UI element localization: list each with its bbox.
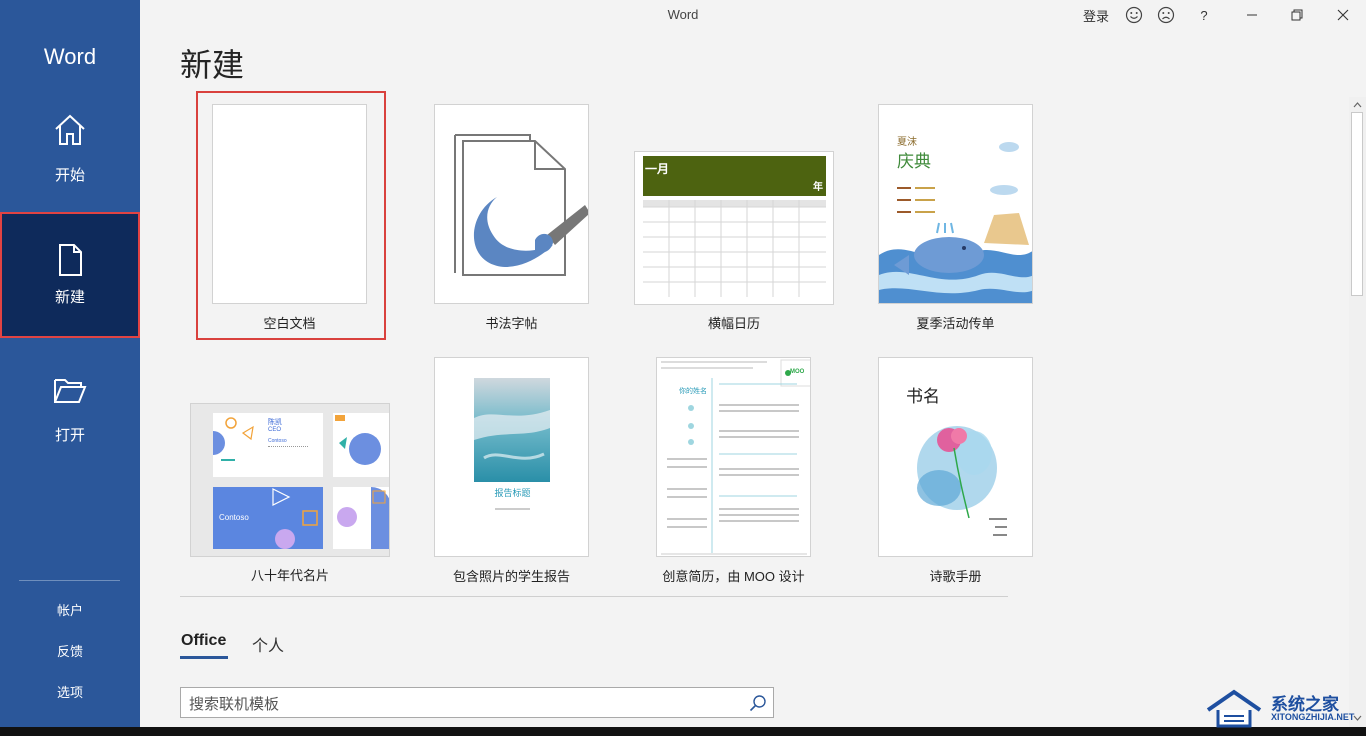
bottom-edge (0, 727, 1366, 736)
template-search-input[interactable] (187, 692, 731, 716)
business-card-back: Contoso (213, 487, 323, 549)
scroll-up-arrow-icon[interactable] (1351, 99, 1364, 111)
watermark-subtitle: XITONGZHIJIA.NET (1271, 712, 1355, 722)
template-creative-resume[interactable]: 你的姓名 MOO 创意简历，由 MOO 设计 (656, 357, 812, 589)
sidebar-link-feedback[interactable]: 反馈 (0, 641, 140, 660)
whale-illustration (879, 142, 1032, 303)
sidebar-link-account[interactable]: 帐户 (0, 600, 140, 619)
frown-icon[interactable] (1156, 4, 1176, 26)
page-title: 新建 (180, 47, 245, 83)
template-thumbnail: 报告标题 (434, 357, 589, 557)
calendar-month: 一月 (645, 162, 670, 176)
calendar-grid (643, 200, 826, 297)
minimize-icon[interactable] (1240, 4, 1264, 26)
template-label: 夏季活动传单 (916, 316, 995, 331)
card-pattern (335, 415, 381, 465)
card-pattern (337, 487, 389, 549)
template-thumbnail (434, 104, 589, 304)
calligraphy-page-icon (454, 134, 588, 276)
home-icon (55, 114, 85, 145)
template-thumbnail: 陈凯 CEO Contoso Contoso (190, 403, 390, 557)
moo-brand: MOO (790, 369, 805, 375)
sidebar-divider (19, 580, 120, 581)
business-card-front: 陈凯 CEO Contoso (213, 413, 323, 477)
scrollbar-thumb[interactable] (1351, 112, 1363, 296)
template-label: 横幅日历 (707, 316, 760, 331)
template-thumbnail: 一月 年 (634, 151, 834, 305)
new-document-icon (59, 244, 82, 276)
search-box (180, 687, 774, 718)
resume-name: 你的姓名 (679, 388, 707, 395)
watercolor-flower-illustration (917, 426, 1007, 536)
sidebar-item-label: 打开 (54, 427, 85, 444)
smile-icon[interactable] (1124, 4, 1144, 26)
template-label: 包含照片的学生报告 (452, 569, 570, 584)
open-folder-icon (54, 379, 87, 403)
template-poetry-booklet[interactable]: 书名 诗歌手册 (878, 357, 1034, 589)
template-label: 书法字帖 (485, 316, 538, 331)
template-thumbnail: 夏沫 庆典 (878, 104, 1033, 304)
section-divider (180, 596, 1008, 597)
template-label: 八十年代名片 (250, 568, 329, 583)
card-role: CEO (268, 427, 282, 433)
template-thumbnail: 你的姓名 MOO (656, 357, 811, 557)
window-title: Word (667, 7, 699, 22)
sign-in-link[interactable]: 登录 (1080, 4, 1112, 26)
sidebar-item-label: 开始 (54, 167, 85, 184)
template-thumbnail: 书名 (878, 357, 1033, 557)
close-icon[interactable] (1331, 4, 1355, 26)
ice-photo (474, 378, 550, 482)
app-name: Word (43, 44, 97, 69)
card-pattern (272, 488, 318, 549)
selected-template-highlight (196, 91, 386, 340)
sidebar-link-options[interactable]: 选项 (0, 682, 140, 701)
template-summer-flyer[interactable]: 夏沫 庆典 夏季活动传单 (878, 104, 1034, 336)
sidebar-item-label: 新建 (54, 289, 85, 306)
template-calligraphy[interactable]: 书法字帖 (434, 104, 590, 336)
sidebar-item-open[interactable]: 打开 (0, 352, 140, 474)
business-card-pattern (333, 413, 389, 477)
help-button[interactable]: ? (1194, 4, 1214, 26)
report-title: 报告标题 (494, 488, 531, 498)
card-details (268, 446, 308, 463)
sidebar-item-home[interactable]: 开始 (0, 92, 140, 214)
template-label: 创意简历，由 MOO 设计 (662, 569, 805, 584)
tab-office[interactable]: Office (181, 632, 226, 650)
card-name: 陈凯 (268, 419, 282, 426)
template-student-report[interactable]: 报告标题 包含照片的学生报告 (434, 357, 590, 589)
tab-personal[interactable]: 个人 (252, 632, 284, 656)
template-80s-business-card[interactable]: 陈凯 CEO Contoso Contoso 八十年代名片 (190, 357, 390, 589)
card-company: Contoso (268, 438, 287, 444)
report-subtitle-line (495, 508, 530, 510)
search-icon[interactable] (749, 694, 767, 712)
business-card-pattern (333, 487, 389, 549)
restore-icon[interactable] (1285, 4, 1309, 26)
calendar-header (643, 156, 826, 196)
tab-active-indicator (180, 656, 228, 659)
calendar-year: 年 (813, 182, 823, 193)
sidebar-item-new[interactable]: 新建 (0, 212, 140, 338)
template-banner-calendar[interactable]: 一月 年 横幅日历 (634, 104, 834, 336)
template-label: 诗歌手册 (929, 569, 982, 584)
sidebar: Word 开始 新建 打开 帐户 反馈 选项 (0, 0, 140, 736)
